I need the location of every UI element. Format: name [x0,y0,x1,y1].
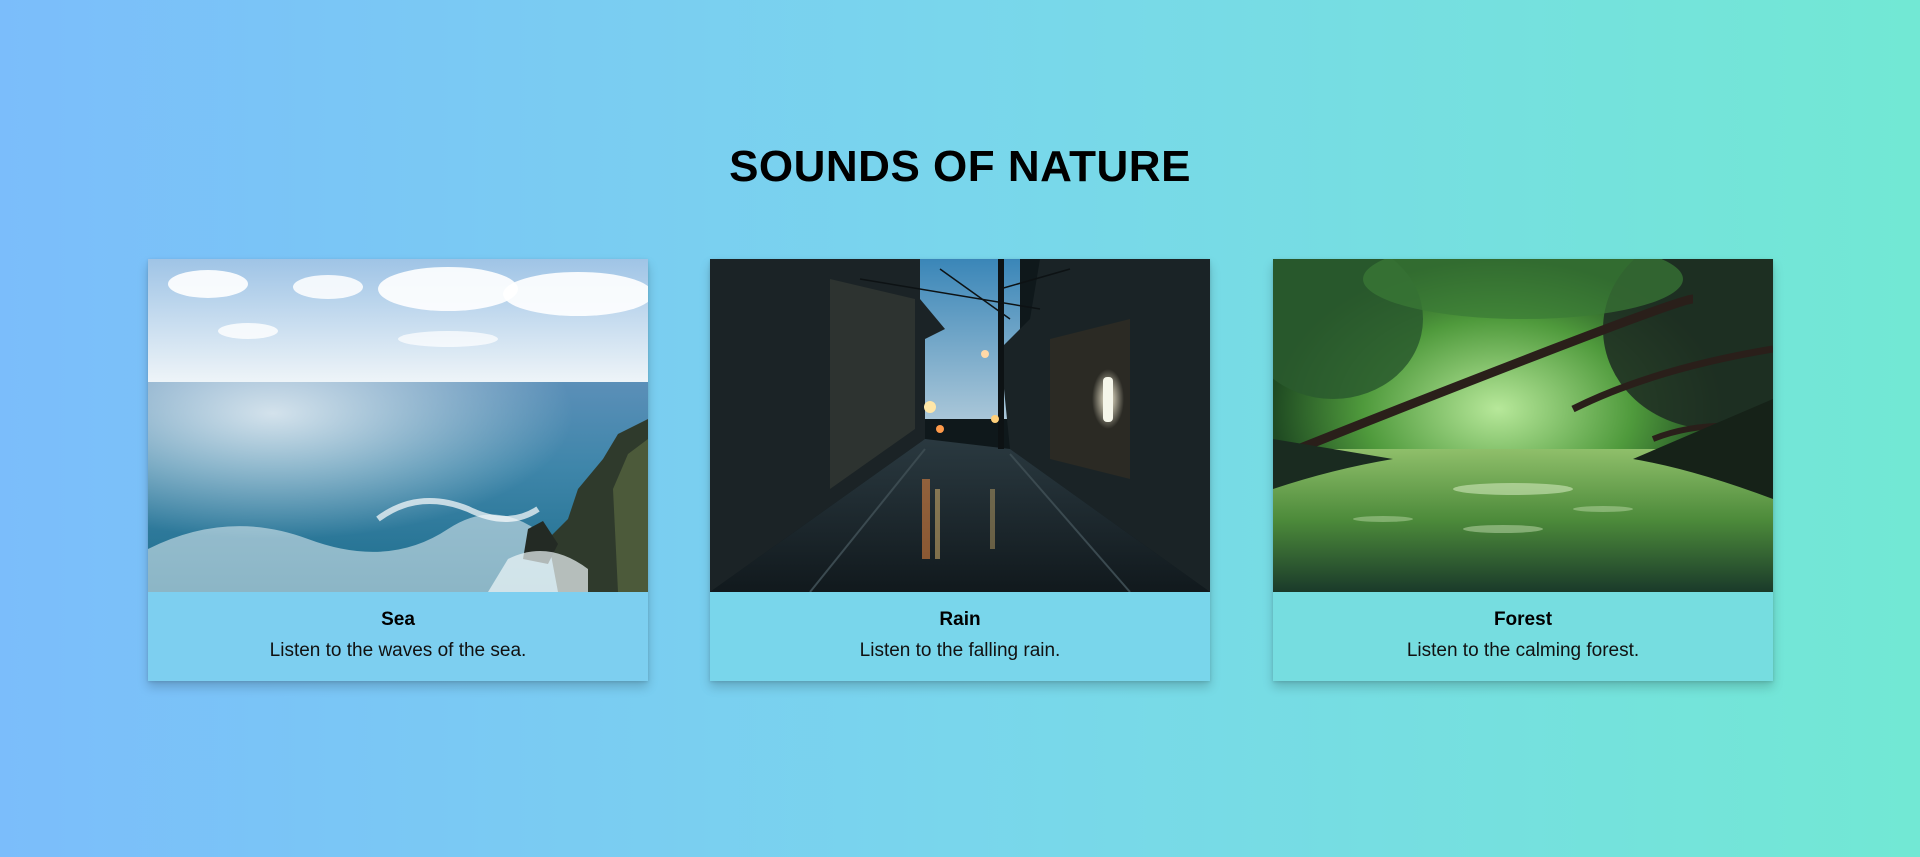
card-title: Forest [1493,609,1553,630]
card-rain[interactable]: Rain Listen to the falling rain. [710,259,1210,681]
rain-image [710,259,1210,592]
page-title: SOUNDS OF NATURE [729,142,1191,191]
card-title: Sea [381,609,415,630]
card-forest[interactable]: Forest Listen to the calming forest. [1273,259,1773,681]
card-description: Listen to the falling rain. [859,640,1061,661]
sea-image [148,259,648,592]
card-description: Listen to the waves of the sea. [269,640,527,661]
card-description: Listen to the calming forest. [1406,640,1640,661]
card-sea[interactable]: Sea Listen to the waves of the sea. [148,259,648,681]
forest-image [1273,259,1773,592]
card-title: Rain [939,609,981,630]
